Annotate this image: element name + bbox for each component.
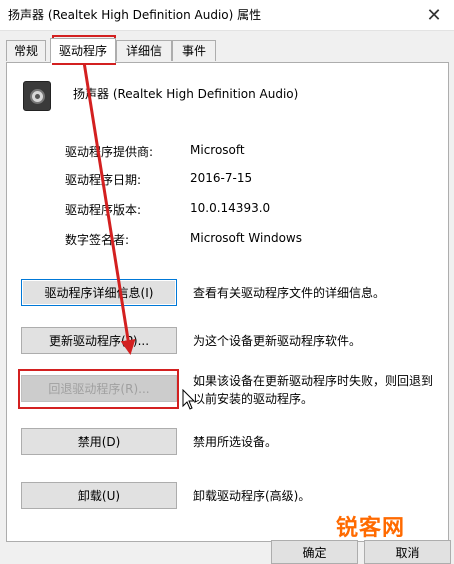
watermark-logo: 锐客网 <box>336 516 406 541</box>
driver-details-description: 查看有关驱动程序文件的详细信息。 <box>193 286 386 300</box>
roll-back-driver-button[interactable]: 回退驱动程序(R)... <box>21 375 177 402</box>
version-value: 10.0.14393.0 <box>190 201 271 215</box>
provider-value: Microsoft <box>190 143 245 157</box>
close-button[interactable]: ✕ <box>414 0 454 30</box>
signer-value: Microsoft Windows <box>190 231 302 245</box>
window-title: 扬声器 (Realtek High Definition Audio) 属性 <box>8 8 262 22</box>
date-value: 2016-7-15 <box>190 171 253 185</box>
signer-label: 数字签名者: <box>65 233 130 247</box>
cancel-button[interactable]: 取消 <box>364 540 451 564</box>
tab-events[interactable]: 事件 <box>172 40 216 61</box>
mouse-cursor-icon <box>182 389 196 410</box>
update-driver-button[interactable]: 更新驱动程序(P)... <box>21 327 177 354</box>
title-bar: 扬声器 (Realtek High Definition Audio) 属性 ✕ <box>0 0 454 31</box>
roll-back-description-line-2: 以前安装的驱动程序。 <box>193 392 314 406</box>
uninstall-button[interactable]: 卸载(U) <box>21 482 177 509</box>
device-name: 扬声器 (Realtek High Definition Audio) <box>73 87 299 101</box>
driver-details-button[interactable]: 驱动程序详细信息(I) <box>21 279 177 306</box>
date-label: 驱动程序日期: <box>65 173 142 187</box>
uninstall-description: 卸载驱动程序(高级)。 <box>193 489 311 503</box>
provider-label: 驱动程序提供商: <box>65 145 154 159</box>
disable-description: 禁用所选设备。 <box>193 435 278 449</box>
close-icon: ✕ <box>426 4 442 26</box>
tab-general[interactable]: 常规 <box>6 40 46 61</box>
version-label: 驱动程序版本: <box>65 203 142 217</box>
disable-button[interactable]: 禁用(D) <box>21 428 177 455</box>
ok-button[interactable]: 确定 <box>271 540 358 564</box>
speaker-icon <box>23 81 51 111</box>
driver-panel: 扬声器 (Realtek High Definition Audio) 驱动程序… <box>6 62 449 542</box>
update-driver-description: 为这个设备更新驱动程序软件。 <box>193 334 362 348</box>
tab-details[interactable]: 详细信息 <box>116 40 172 79</box>
tab-driver[interactable]: 驱动程序 <box>50 38 116 63</box>
roll-back-description-line-1: 如果该设备在更新驱动程序时失败，则回退到 <box>193 374 434 388</box>
